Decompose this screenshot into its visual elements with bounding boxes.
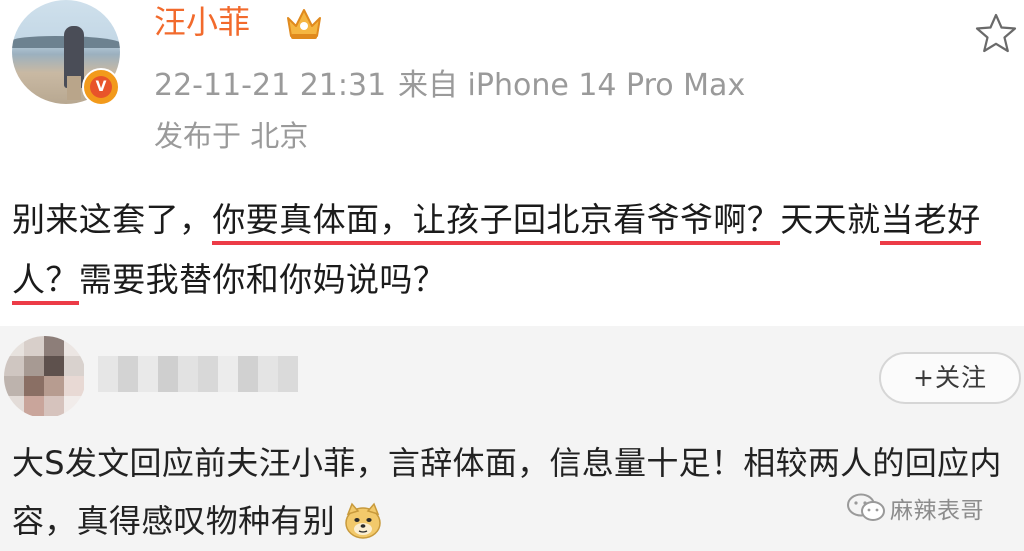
blurred-username[interactable] — [98, 356, 298, 392]
post-text-segment: 别来这套了， — [12, 200, 213, 239]
avatar-figure-legs — [67, 76, 81, 100]
post-location: 发布于 北京 — [154, 119, 309, 153]
watermark-label: 麻辣表哥 — [890, 498, 984, 524]
doge-emoji-icon — [345, 502, 381, 539]
wechat-icon — [847, 493, 885, 521]
blurred-avatar[interactable] — [4, 336, 86, 418]
post-text-segment: 需要我替你和你妈说吗？ — [78, 260, 447, 299]
post-time: 22-11-21 21:31 — [154, 68, 387, 103]
star-icon[interactable] — [974, 12, 1018, 54]
watermark: 麻辣表哥 — [846, 488, 984, 528]
highlighted-text: 你要真体面，让孩子回北京看爷爷啊？ — [212, 200, 781, 245]
weibo-post: V 汪小菲 22-11-21 21:31 来自 iPhone 14 Pro Ma… — [0, 0, 1024, 326]
follow-button[interactable]: +关注 — [879, 352, 1021, 404]
crown-icon[interactable] — [284, 6, 324, 42]
verified-v-icon: V — [82, 68, 120, 106]
author-name[interactable]: 汪小菲 — [154, 2, 250, 42]
post-text-segment: 天天就 — [780, 200, 881, 239]
post-source: 来自 iPhone 14 Pro Max — [398, 68, 746, 103]
post-body: 别来这套了，你要真体面，让孩子回北京看爷爷啊？天天就当老好人？需要我替你和你妈说… — [12, 190, 1016, 310]
